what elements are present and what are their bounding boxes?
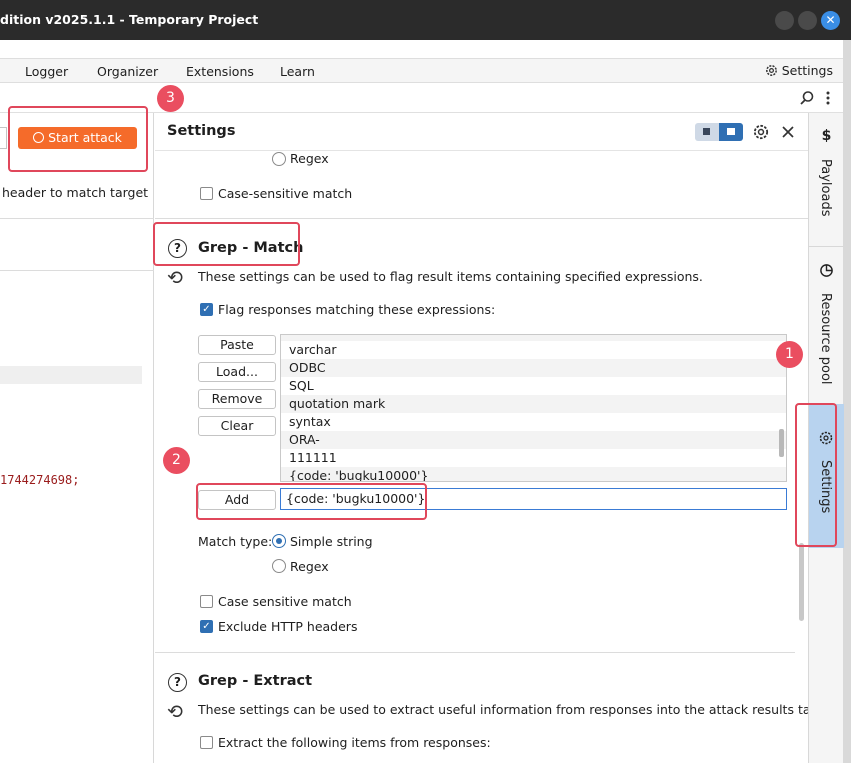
- gear-icon: [765, 65, 777, 76]
- flag-responses-checkbox[interactable]: ✓: [200, 303, 213, 316]
- minimize-button[interactable]: [775, 11, 794, 30]
- case-sensitive-label: Case sensitive match: [218, 594, 352, 609]
- grep-match-description: These settings can be used to flag resul…: [198, 269, 703, 284]
- list-item[interactable]: ODBC: [281, 359, 786, 377]
- tab-resource-pool-label: Resource pool: [818, 293, 833, 385]
- settings-title: Settings: [167, 123, 236, 139]
- window-titlebar: dition v2025.1.1 - Temporary Project ✕: [0, 0, 851, 40]
- annotation-badge-1: 1: [776, 341, 803, 368]
- menu-organizer[interactable]: Organizer: [97, 64, 158, 79]
- extract-items-checkbox[interactable]: [200, 736, 213, 749]
- load-button[interactable]: Load...: [198, 362, 276, 382]
- list-item[interactable]: 111111: [281, 449, 786, 467]
- annotation-box-grep-match: [153, 222, 300, 266]
- layout-horizontal-icon[interactable]: [695, 123, 719, 141]
- left-pane: Start attack header to match target 1744…: [0, 113, 154, 763]
- grep-extract-description: These settings can be used to extract us…: [198, 702, 834, 717]
- target-field-edge[interactable]: [0, 127, 7, 149]
- exclude-headers-label: Exclude HTTP headers: [218, 619, 358, 634]
- help-icon[interactable]: ?: [168, 673, 187, 692]
- divider: [0, 270, 154, 271]
- target-hint-text: header to match target: [2, 185, 149, 200]
- tab-resource-pool[interactable]: Resource pool: [809, 253, 844, 401]
- section-divider: [155, 652, 795, 653]
- list-item[interactable]: ORA-: [281, 431, 786, 449]
- close-panel-icon[interactable]: [781, 125, 795, 139]
- grep-extract-title: Grep - Extract: [198, 673, 313, 689]
- simple-string-radio[interactable]: [272, 534, 286, 548]
- window-title: dition v2025.1.1 - Temporary Project: [0, 12, 259, 27]
- divider: [0, 218, 154, 219]
- section-divider: [155, 218, 808, 219]
- menu-logger[interactable]: Logger: [25, 64, 68, 79]
- regex-radio[interactable]: [272, 559, 286, 573]
- case-sensitive-checkbox[interactable]: [200, 595, 213, 608]
- paste-button[interactable]: Paste: [198, 335, 276, 355]
- request-code-text: 1744274698;: [0, 473, 80, 487]
- layout-toggle[interactable]: [695, 123, 743, 141]
- highlighted-row: [0, 366, 142, 384]
- window-edge: [843, 40, 851, 763]
- clear-button[interactable]: Clear: [198, 416, 276, 436]
- settings-header: Settings: [155, 113, 808, 151]
- annotation-box-add-expression: [196, 483, 427, 520]
- exclude-headers-checkbox[interactable]: ✓: [200, 620, 213, 633]
- expressions-list[interactable]: varchar ODBC SQL quotation mark syntax O…: [280, 334, 787, 482]
- list-item[interactable]: varchar: [281, 341, 786, 359]
- maximize-button[interactable]: [798, 11, 817, 30]
- close-window-button[interactable]: ✕: [821, 11, 840, 30]
- annotation-box-settings-tab: [795, 403, 837, 547]
- remove-button[interactable]: Remove: [198, 389, 276, 409]
- list-item[interactable]: {code: 'bugku10000'}: [281, 467, 786, 481]
- pie-chart-icon: [820, 264, 833, 277]
- list-item[interactable]: quotation mark: [281, 395, 786, 413]
- case-sensitive-label-top: Case-sensitive match: [218, 186, 353, 201]
- list-item[interactable]: syntax: [281, 413, 786, 431]
- menu-learn[interactable]: Learn: [280, 64, 315, 79]
- tab-payloads-label: Payloads: [818, 159, 833, 217]
- case-sensitive-checkbox-top[interactable]: [200, 187, 213, 200]
- list-scrollbar[interactable]: [779, 429, 784, 457]
- menu-settings-label: Settings: [781, 63, 833, 78]
- annotation-badge-2: 2: [163, 447, 190, 474]
- annotation-badge-3: 3: [157, 85, 184, 112]
- search-icon[interactable]: [799, 90, 815, 106]
- regex-radio-top[interactable]: [272, 152, 286, 166]
- menu-bar: Logger Organizer Extensions Learn Settin…: [0, 58, 843, 83]
- tab-separator: [809, 246, 844, 247]
- more-options-icon[interactable]: [823, 90, 833, 106]
- menu-extensions[interactable]: Extensions: [186, 64, 254, 79]
- tab-payloads[interactable]: $ Payloads: [809, 119, 844, 244]
- annotation-box-start-attack: [8, 106, 148, 172]
- restore-defaults-icon[interactable]: ⟲: [167, 702, 183, 722]
- match-type-label: Match type:: [198, 534, 273, 549]
- flag-responses-label: Flag responses matching these expression…: [218, 302, 496, 317]
- simple-string-label: Simple string: [290, 534, 373, 549]
- panel-scrollbar[interactable]: [799, 543, 804, 621]
- regex-label: Regex: [290, 559, 329, 574]
- extract-items-label: Extract the following items from respons…: [218, 735, 491, 750]
- menu-settings[interactable]: Settings: [764, 63, 833, 78]
- panel-gear-icon[interactable]: [752, 123, 770, 141]
- restore-defaults-icon[interactable]: ⟲: [167, 268, 183, 288]
- layout-vertical-icon[interactable]: [719, 123, 743, 141]
- regex-label-top: Regex: [290, 151, 329, 166]
- settings-panel: Settings Regex Case-sensitive match ? Gr…: [155, 113, 834, 763]
- close-icon: ✕: [825, 13, 836, 27]
- list-item[interactable]: SQL: [281, 377, 786, 395]
- dollar-icon: $: [821, 128, 832, 144]
